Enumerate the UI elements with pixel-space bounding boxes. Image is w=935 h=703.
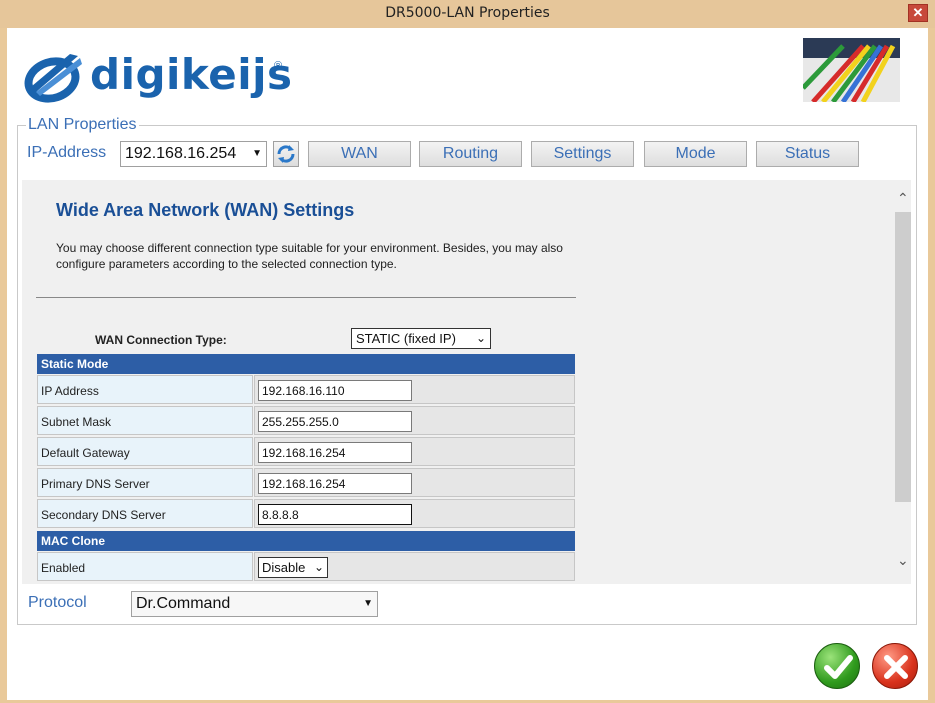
chevron-down-icon: ▼ <box>363 598 373 609</box>
wan-settings-panel: Wide Area Network (WAN) Settings You may… <box>22 180 895 584</box>
wan-connection-type-label: WAN Connection Type: <box>95 333 227 347</box>
refresh-icon <box>277 145 295 163</box>
window-body: digikeijs ® LAN Properties IP-Address 19… <box>7 28 928 700</box>
secondary-dns-field[interactable]: 8.8.8.8 <box>258 504 412 525</box>
lan-properties-legend: LAN Properties <box>26 116 139 134</box>
tab-settings[interactable]: Settings <box>531 141 634 167</box>
ip-address-field-label: IP Address <box>37 375 253 404</box>
chevron-down-icon: ⌄ <box>475 331 486 345</box>
table-row: Secondary DNS Server 8.8.8.8 <box>37 498 575 529</box>
primary-dns-field[interactable]: 192.168.16.254 <box>258 473 412 494</box>
divider <box>36 297 576 298</box>
vertical-scrollbar[interactable]: ⌃ ⌄ <box>895 180 911 584</box>
title-bar: DR5000-LAN Properties ✕ <box>0 0 935 28</box>
window-title: DR5000-LAN Properties <box>385 5 550 21</box>
protocol-select[interactable]: Dr.Command ▼ <box>131 591 378 617</box>
mac-clone-header: MAC Clone <box>37 531 575 551</box>
close-x-icon <box>884 655 908 679</box>
ok-button[interactable] <box>814 643 860 689</box>
table-row: IP Address 192.168.16.110 <box>37 374 575 405</box>
subnet-mask-field[interactable]: 255.255.255.0 <box>258 411 412 432</box>
tab-routing[interactable]: Routing <box>419 141 522 167</box>
primary-dns-label: Primary DNS Server <box>37 468 253 497</box>
chevron-down-icon: ▼ <box>252 148 262 159</box>
wan-connection-type-value: STATIC (fixed IP) <box>356 331 456 346</box>
tab-status[interactable]: Status <box>756 141 859 167</box>
subnet-mask-label: Subnet Mask <box>37 406 253 435</box>
scroll-thumb[interactable] <box>895 212 911 502</box>
table-row: Subnet Mask 255.255.255.0 <box>37 405 575 436</box>
network-cables-image <box>803 38 900 102</box>
default-gateway-field[interactable]: 192.168.16.254 <box>258 442 412 463</box>
tab-mode[interactable]: Mode <box>644 141 747 167</box>
mac-clone-enabled-value: Disable <box>262 560 306 575</box>
table-row: Enabled Disable ⌄ <box>37 551 575 582</box>
checkmark-icon <box>824 655 853 679</box>
protocol-value: Dr.Command <box>136 595 231 612</box>
tab-wan[interactable]: WAN <box>308 141 411 167</box>
cancel-button[interactable] <box>872 643 918 689</box>
close-icon: ✕ <box>912 5 924 20</box>
ip-address-value: 192.168.16.254 <box>125 145 237 162</box>
registered-mark: ® <box>274 60 283 72</box>
mac-clone-enabled-select[interactable]: Disable ⌄ <box>258 557 328 578</box>
wan-connection-type-select[interactable]: STATIC (fixed IP) ⌄ <box>351 328 491 349</box>
chevron-down-icon[interactable]: ⌄ <box>897 552 909 569</box>
static-mode-header: Static Mode <box>37 354 575 374</box>
close-button[interactable]: ✕ <box>908 4 928 22</box>
table-row: Default Gateway 192.168.16.254 <box>37 436 575 467</box>
chevron-up-icon[interactable]: ⌃ <box>897 190 909 207</box>
brand-logo: digikeijs ® <box>22 46 292 106</box>
logo-text: digikeijs <box>90 50 293 99</box>
secondary-dns-label: Secondary DNS Server <box>37 499 253 528</box>
refresh-button[interactable] <box>273 141 299 167</box>
table-row: Primary DNS Server 192.168.16.254 <box>37 467 575 498</box>
digikeijs-logo-icon <box>24 54 82 103</box>
page-title: Wide Area Network (WAN) Settings <box>56 200 355 220</box>
chevron-down-icon: ⌄ <box>313 560 324 574</box>
enabled-label: Enabled <box>37 552 253 581</box>
ip-address-select[interactable]: 192.168.16.254 ▼ <box>120 141 267 167</box>
default-gateway-label: Default Gateway <box>37 437 253 466</box>
ip-address-field[interactable]: 192.168.16.110 <box>258 380 412 401</box>
protocol-label: Protocol <box>28 594 87 611</box>
ip-address-label: IP-Address <box>27 144 107 161</box>
wan-description: You may choose different connection type… <box>56 241 563 271</box>
